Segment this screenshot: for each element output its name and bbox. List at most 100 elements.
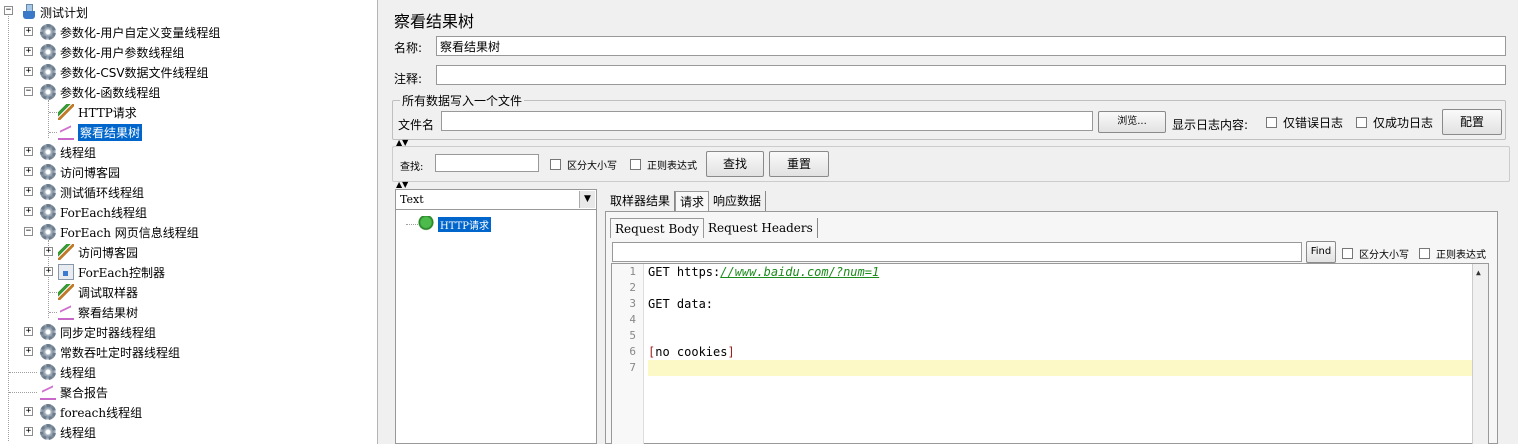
- tree-node[interactable]: 聚合报告: [40, 382, 108, 402]
- body-find-button[interactable]: Find: [1306, 241, 1336, 263]
- scroll-up-icon[interactable]: ▲: [1476, 268, 1481, 277]
- expand-toggle[interactable]: +: [24, 27, 33, 36]
- expand-toggle[interactable]: +: [24, 427, 33, 436]
- code-text: GET data:: [648, 297, 714, 311]
- tree-node[interactable]: 察看结果树: [58, 302, 138, 322]
- body-case-checkbox[interactable]: 区分大小写: [1342, 246, 1409, 261]
- search-case-checkbox[interactable]: 区分大小写: [550, 157, 617, 172]
- body-regex-checkbox[interactable]: 正则表达式: [1419, 246, 1486, 261]
- expand-toggle[interactable]: +: [24, 207, 33, 216]
- tree-node-label: 察看结果树: [78, 305, 139, 320]
- checkbox-box: [1266, 117, 1277, 128]
- tree-node[interactable]: 察看结果树: [58, 122, 143, 142]
- success-only-checkbox[interactable]: 仅成功日志: [1356, 114, 1433, 131]
- tab-sampler-result[interactable]: 取样器结果: [606, 191, 676, 211]
- tree-node-label: 参数化-用户参数线程组: [60, 45, 185, 60]
- code-area[interactable]: GET https://www.baidu.com/?num=1 GET dat…: [648, 264, 1472, 376]
- expand-toggle[interactable]: +: [24, 347, 33, 356]
- tree-node-label: 测试循环线程组: [60, 185, 145, 200]
- sample-results-list[interactable]: Text ▼ HTTP请求: [395, 189, 597, 444]
- line-number: 7: [629, 361, 636, 374]
- collapse-root-toggle[interactable]: −: [4, 6, 13, 15]
- tree-node-label: 聚合报告: [60, 385, 109, 400]
- sample-node[interactable]: HTTP请求: [418, 214, 491, 234]
- name-field[interactable]: [436, 36, 1506, 56]
- tree-node[interactable]: 参数化-CSV数据文件线程组: [40, 62, 209, 82]
- list-guide: [406, 224, 418, 225]
- tree-node[interactable]: 测试循环线程组: [40, 182, 144, 202]
- tree-node[interactable]: 参数化-函数线程组: [40, 82, 160, 102]
- tree-node[interactable]: HTTP请求: [58, 102, 137, 122]
- editor-scrollbar[interactable]: ▲: [1472, 264, 1488, 444]
- comment-label: 注释:: [394, 72, 423, 86]
- body-search-input[interactable]: [612, 242, 1302, 262]
- search-input[interactable]: [435, 154, 539, 172]
- tree-node[interactable]: 访问博客园: [58, 242, 138, 262]
- tree-node[interactable]: 参数化-用户参数线程组: [40, 42, 184, 62]
- renderer-select[interactable]: Text ▼: [396, 190, 596, 210]
- test-plan-tree[interactable]: − 测试计划 + 参数化-用户自定义变量线程组 + 参数化-用户参数线程组 + 参数化-C…: [0, 0, 378, 444]
- listener-panel: 察看结果树 名称: 注释: 所有数据写入一个文件 文件名 浏览... 显示日志内…: [384, 0, 1518, 444]
- gear-icon: [40, 404, 56, 420]
- tab-request-headers[interactable]: Request Headers: [704, 218, 818, 238]
- request-body-editor[interactable]: 1 2 3 4 5 6 7 GET https://www.baidu.com/…: [611, 263, 1489, 444]
- code-line: [no cookies]: [648, 344, 1472, 360]
- expand-toggle[interactable]: +: [44, 267, 53, 276]
- tree-node[interactable]: 常数吞吐定时器线程组: [40, 342, 180, 362]
- tree-node[interactable]: 线程组: [40, 362, 96, 382]
- name-label: 名称:: [394, 41, 423, 55]
- line-number: 6: [629, 345, 636, 358]
- tree-node[interactable]: 线程组: [40, 142, 96, 162]
- gear-icon: [40, 144, 56, 160]
- checkbox-box: [1356, 117, 1367, 128]
- tree-node[interactable]: ForEach控制器: [58, 262, 165, 282]
- code-url-link[interactable]: //www.baidu.com/?num=1: [720, 265, 879, 279]
- tab-request[interactable]: 请求: [675, 191, 710, 211]
- tree-node[interactable]: ForEach线程组: [40, 202, 147, 222]
- checkbox-box: [550, 159, 561, 170]
- checkbox-box: [1419, 248, 1430, 259]
- tree-node[interactable]: 同步定时器线程组: [40, 322, 156, 342]
- tree-guide-line: [49, 312, 57, 313]
- tree-node-root[interactable]: 测试计划: [22, 2, 88, 22]
- gear-icon: [40, 224, 56, 240]
- tree-node[interactable]: ForEach 网页信息线程组: [40, 222, 199, 242]
- collapse-toggle[interactable]: −: [24, 87, 33, 96]
- collapse-toggle[interactable]: −: [24, 227, 33, 236]
- expand-toggle[interactable]: +: [24, 147, 33, 156]
- tree-node-label: 参数化-用户自定义变量线程组: [60, 25, 221, 40]
- errors-only-checkbox[interactable]: 仅错误日志: [1266, 114, 1343, 131]
- tree-node-label: 参数化-CSV数据文件线程组: [60, 65, 209, 80]
- tree-node[interactable]: 调试取样器: [58, 282, 138, 302]
- expand-toggle[interactable]: +: [24, 327, 33, 336]
- tree-node-label: HTTP请求: [78, 105, 137, 120]
- expand-toggle[interactable]: +: [44, 247, 53, 256]
- tab-request-body[interactable]: Request Body: [610, 218, 704, 238]
- gear-icon: [40, 164, 56, 180]
- find-button[interactable]: 查找: [706, 151, 764, 177]
- vertical-splitter[interactable]: [597, 189, 605, 444]
- tree-node[interactable]: 参数化-用户自定义变量线程组: [40, 22, 220, 42]
- file-name-field[interactable]: [441, 111, 1093, 131]
- expand-toggle[interactable]: +: [24, 67, 33, 76]
- tree-node-label: 线程组: [60, 425, 97, 440]
- splitter-arrows-icon[interactable]: ▲▼: [396, 181, 408, 189]
- expand-toggle[interactable]: +: [24, 407, 33, 416]
- chevron-down-icon[interactable]: ▼: [579, 191, 595, 208]
- expand-toggle[interactable]: +: [24, 47, 33, 56]
- tree-node-label: 访问博客园: [60, 165, 121, 180]
- tree-node[interactable]: 访问博客园: [40, 162, 120, 182]
- tree-node[interactable]: 线程组: [40, 422, 96, 442]
- expand-toggle[interactable]: +: [24, 187, 33, 196]
- tab-response-data[interactable]: 响应数据: [709, 191, 767, 211]
- expand-toggle[interactable]: +: [24, 167, 33, 176]
- tree-node[interactable]: foreach线程组: [40, 402, 142, 422]
- gear-icon: [40, 44, 56, 60]
- search-regex-checkbox[interactable]: 正则表达式: [630, 157, 697, 172]
- listener-icon: [40, 384, 56, 400]
- reset-button[interactable]: 重置: [769, 151, 829, 177]
- configure-button[interactable]: 配置: [1442, 109, 1502, 135]
- browse-button[interactable]: 浏览...: [1098, 111, 1166, 133]
- comment-field[interactable]: [436, 65, 1506, 85]
